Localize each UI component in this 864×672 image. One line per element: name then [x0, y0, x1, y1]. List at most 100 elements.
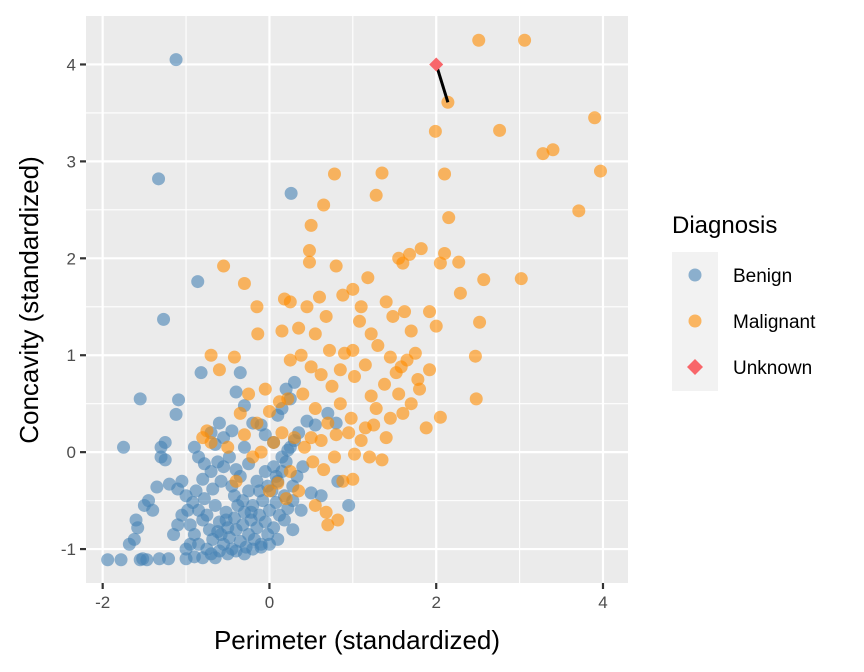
- data-point-malignant: [312, 290, 326, 304]
- data-point-malignant: [308, 498, 322, 512]
- plot-panel: [86, 16, 628, 583]
- data-point-malignant: [317, 198, 331, 212]
- y-tick-label: -1: [61, 540, 76, 559]
- data-point-malignant: [419, 421, 433, 435]
- data-point-benign: [211, 525, 225, 539]
- data-point-benign: [229, 385, 243, 399]
- data-point-malignant: [336, 474, 350, 488]
- data-point-benign: [150, 480, 164, 494]
- data-point-malignant: [364, 389, 378, 403]
- data-point-malignant: [281, 392, 295, 406]
- data-point-malignant: [242, 387, 256, 401]
- data-point-malignant: [386, 309, 400, 323]
- data-point-malignant: [333, 397, 347, 411]
- data-point-malignant: [438, 167, 452, 181]
- data-point-malignant: [593, 164, 607, 178]
- data-point-benign: [286, 523, 300, 537]
- data-point-malignant: [237, 277, 251, 291]
- data-point-malignant: [396, 406, 410, 420]
- data-point-malignant: [404, 324, 418, 338]
- data-point-malignant: [423, 363, 437, 377]
- data-point-malignant: [283, 465, 297, 479]
- data-point-malignant: [233, 406, 247, 420]
- data-point-malignant: [379, 295, 393, 309]
- data-point-malignant: [452, 255, 466, 269]
- data-point-malignant: [344, 411, 358, 425]
- data-point-benign: [114, 553, 128, 567]
- data-point-malignant: [469, 392, 483, 406]
- legend-label-unknown: Unknown: [733, 358, 812, 379]
- data-point-benign: [267, 521, 281, 535]
- data-point-malignant: [308, 402, 322, 416]
- data-point-malignant: [442, 211, 456, 225]
- data-point-malignant: [408, 346, 422, 360]
- scatter-chart: -2 0 2 4 -1 0 1 2 3 4 Perimeter (standardized) C…: [14, 16, 816, 655]
- legend-label-malignant: Malignant: [733, 312, 816, 333]
- y-axis: -1 0 1 2 3 4: [61, 55, 86, 559]
- data-point-malignant: [433, 256, 447, 270]
- data-point-malignant: [336, 288, 350, 302]
- legend-key-benign-icon: [688, 268, 702, 282]
- data-point-malignant: [375, 453, 389, 467]
- data-point-benign: [169, 53, 183, 67]
- data-point-malignant: [251, 327, 265, 341]
- data-point-malignant: [250, 416, 264, 430]
- legend-label-benign: Benign: [733, 266, 792, 287]
- x-tick-label: -2: [95, 593, 110, 612]
- data-point-malignant: [572, 204, 586, 218]
- data-point-malignant: [292, 321, 306, 335]
- y-tick-label: 1: [67, 346, 76, 365]
- data-point-benign: [192, 503, 206, 517]
- data-point-malignant: [296, 387, 310, 401]
- data-point-benign: [129, 513, 143, 527]
- data-point-benign: [162, 552, 176, 566]
- data-point-malignant: [358, 358, 372, 372]
- data-point-benign: [167, 528, 181, 542]
- data-point-malignant: [321, 518, 335, 532]
- data-point-malignant: [319, 309, 333, 323]
- data-point-malignant: [383, 411, 397, 425]
- data-point-benign: [233, 366, 247, 380]
- data-point-malignant: [221, 440, 235, 454]
- data-point-malignant: [518, 33, 532, 47]
- data-point-malignant: [369, 188, 383, 202]
- data-point-malignant: [433, 410, 447, 424]
- data-point-benign: [287, 375, 301, 389]
- data-point-benign: [342, 498, 356, 512]
- data-point-malignant: [294, 348, 308, 362]
- data-point-benign: [197, 457, 211, 471]
- data-point-malignant: [342, 426, 356, 440]
- data-point-benign: [169, 407, 183, 421]
- data-point-benign: [146, 503, 160, 517]
- data-point-malignant: [363, 450, 377, 464]
- data-point-malignant: [262, 404, 276, 418]
- data-point-malignant: [327, 167, 341, 181]
- data-point-malignant: [308, 327, 322, 341]
- data-point-malignant: [229, 474, 243, 488]
- data-point-malignant: [354, 300, 368, 314]
- data-point-benign: [271, 532, 285, 546]
- data-point-benign: [117, 440, 131, 454]
- data-point-malignant: [271, 476, 285, 490]
- data-point-malignant: [588, 111, 602, 125]
- data-point-benign: [175, 474, 189, 488]
- data-point-benign: [157, 312, 171, 326]
- data-point-benign: [194, 366, 208, 380]
- data-point-malignant: [329, 428, 343, 442]
- data-point-malignant: [300, 300, 314, 314]
- data-point-benign: [122, 537, 136, 551]
- data-point-malignant: [546, 143, 560, 157]
- data-point-benign: [133, 392, 147, 406]
- data-point-malignant: [283, 295, 297, 309]
- data-point-malignant: [429, 319, 443, 333]
- data-point-malignant: [493, 123, 507, 137]
- y-tick-label: 0: [67, 443, 76, 462]
- x-tick-label: 2: [431, 593, 440, 612]
- data-point-malignant: [292, 484, 306, 498]
- data-point-benign: [294, 503, 308, 517]
- data-point-malignant: [237, 428, 251, 442]
- data-point-malignant: [423, 305, 437, 319]
- data-point-malignant: [392, 251, 406, 265]
- data-point-benign: [172, 393, 186, 407]
- data-point-benign: [179, 542, 193, 556]
